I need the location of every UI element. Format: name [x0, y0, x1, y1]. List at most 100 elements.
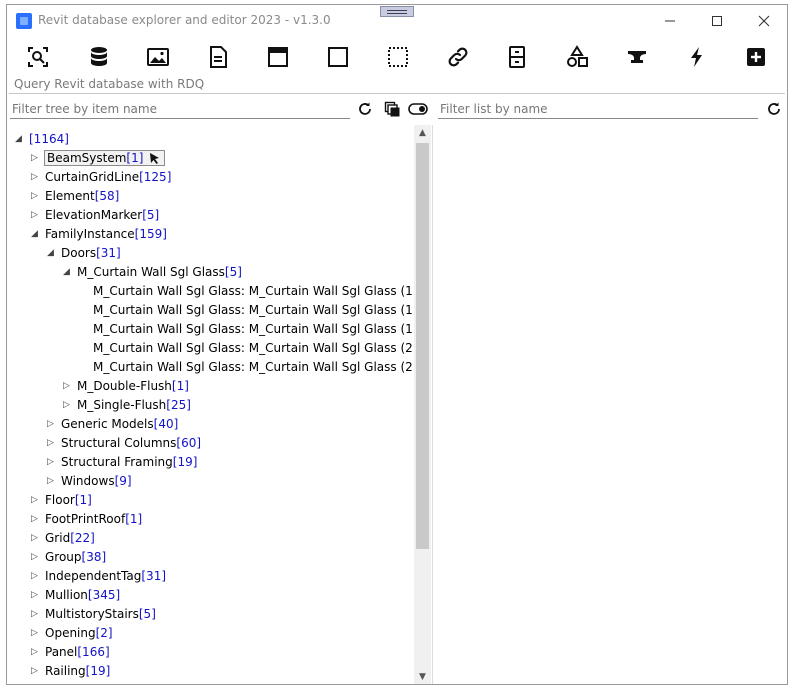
- database-button[interactable]: [81, 41, 117, 73]
- copy-button[interactable]: [382, 99, 402, 119]
- active-view-button[interactable]: [260, 41, 296, 73]
- collapsed-arrow-icon[interactable]: ▷: [31, 491, 45, 510]
- tree-node-count: [19]: [85, 664, 111, 678]
- toggle-switch[interactable]: [408, 99, 428, 119]
- toolbar: [7, 39, 787, 75]
- expanded-arrow-icon[interactable]: ◢: [63, 263, 77, 282]
- scroll-up-arrow[interactable]: ▲: [414, 125, 431, 141]
- tree-node-name: M_Curtain Wall Sgl Glass: M_Curtain Wall…: [93, 341, 413, 355]
- collapsed-arrow-icon[interactable]: ▷: [31, 567, 45, 586]
- collapsed-arrow-icon[interactable]: ▷: [31, 168, 45, 187]
- tree-filter-input[interactable]: [10, 99, 350, 119]
- anvil-button[interactable]: [619, 41, 655, 73]
- tree-scrollbar[interactable]: ▲ ▼: [414, 125, 431, 684]
- tree-node-label: Railing[19]: [45, 664, 110, 678]
- tree-node[interactable]: ▷ Structural Framing[19]: [47, 453, 197, 472]
- tree-node-name: MultistoryStairs: [45, 607, 139, 621]
- server-button[interactable]: [499, 41, 535, 73]
- collapsed-arrow-icon[interactable]: ▷: [63, 377, 77, 396]
- image-button[interactable]: [140, 41, 176, 73]
- document-button[interactable]: [200, 41, 236, 73]
- scroll-thumb[interactable]: [416, 143, 429, 549]
- link-button[interactable]: [440, 41, 476, 73]
- collapsed-arrow-icon[interactable]: ▷: [47, 434, 61, 453]
- collapsed-arrow-icon[interactable]: ▷: [31, 662, 45, 681]
- tree-node[interactable]: ▷ M_Single-Flush[25]: [63, 396, 191, 415]
- dashed-selection-button[interactable]: [380, 41, 416, 73]
- tree-leaf-item[interactable]: M_Curtain Wall Sgl Glass: M_Curtain Wall…: [79, 320, 413, 339]
- drag-handle[interactable]: [380, 6, 414, 17]
- tree-node[interactable]: ▷ Panel[166]: [31, 643, 110, 662]
- tree-node[interactable]: ▷ Railing[19]: [31, 662, 110, 681]
- list-refresh-button[interactable]: [764, 99, 784, 119]
- tree-node-count: [58]: [94, 189, 120, 203]
- tree-node[interactable]: ▷ M_Double-Flush[1]: [63, 377, 189, 396]
- collapsed-arrow-icon[interactable]: ▷: [63, 396, 77, 415]
- expanded-arrow-icon[interactable]: ◢: [15, 130, 29, 149]
- tree-node-label: Panel[166]: [45, 645, 110, 659]
- collapsed-arrow-icon[interactable]: ▷: [31, 681, 45, 684]
- tree-node[interactable]: ▷ Group[38]: [31, 548, 106, 567]
- tree-node[interactable]: ◢ M_Curtain Wall Sgl Glass[5]: [63, 263, 242, 282]
- tree-node[interactable]: ◢ Doors[31]: [47, 244, 121, 263]
- shapes-button[interactable]: [559, 41, 595, 73]
- collapsed-arrow-icon[interactable]: ▷: [47, 415, 61, 434]
- tree-node[interactable]: ▷ Generic Models[40]: [47, 415, 178, 434]
- tree-node-name: Railing: [45, 664, 86, 678]
- tree-node[interactable]: ◢ FamilyInstance[159]: [31, 225, 167, 244]
- lightning-button[interactable]: [679, 41, 715, 73]
- refresh-icon: [768, 102, 780, 115]
- tree-node[interactable]: ▷ MultistoryStairs[5]: [31, 605, 156, 624]
- collapsed-arrow-icon[interactable]: ▷: [31, 643, 45, 662]
- tree-leaf-item[interactable]: M_Curtain Wall Sgl Glass: M_Curtain Wall…: [79, 282, 413, 301]
- tree-node[interactable]: ▷ Grid[22]: [31, 529, 95, 548]
- collapsed-arrow-icon[interactable]: ▷: [31, 149, 45, 168]
- rdq-query-link[interactable]: Query Revit database with RDQ: [14, 77, 204, 91]
- collapsed-arrow-icon[interactable]: ▷: [47, 453, 61, 472]
- collapsed-arrow-icon[interactable]: ▷: [31, 187, 45, 206]
- expanded-arrow-icon[interactable]: ◢: [31, 225, 45, 244]
- tree-node[interactable]: ▷ CurtainGridLine[125]: [31, 168, 171, 187]
- minimize-button[interactable]: [647, 7, 693, 35]
- tree-leaf-item[interactable]: M_Curtain Wall Sgl Glass: M_Curtain Wall…: [79, 301, 413, 320]
- tree-node[interactable]: ▷ Element[58]: [31, 187, 119, 206]
- tree-node[interactable]: ▷ Floor[1]: [31, 491, 92, 510]
- tree-leaf-item[interactable]: M_Curtain Wall Sgl Glass: M_Curtain Wall…: [79, 358, 413, 377]
- collapsed-arrow-icon[interactable]: ▷: [31, 605, 45, 624]
- tree-node[interactable]: ▷ ElevationMarker[5]: [31, 206, 159, 225]
- tree-node[interactable]: ▷ Mullion[345]: [31, 586, 120, 605]
- snoop-selection-button[interactable]: [20, 41, 56, 73]
- collapsed-arrow-icon[interactable]: ▷: [31, 529, 45, 548]
- tree-leaf-item[interactable]: M_Curtain Wall Sgl Glass: M_Curtain Wall…: [79, 339, 413, 358]
- tree-node[interactable]: ▷ BeamSystem[1]: [31, 149, 166, 168]
- tree-node-count: [2]: [95, 626, 113, 640]
- tree-node[interactable]: ▷ Windows[9]: [47, 472, 132, 491]
- add-button[interactable]: [738, 41, 774, 73]
- tree-node[interactable]: ◢ [1164]: [15, 130, 69, 149]
- pane-splitter[interactable]: [432, 125, 433, 684]
- tree-node-label: FootPrintRoof[1]: [45, 512, 142, 526]
- tree-node-count: [5]: [138, 607, 156, 621]
- collapsed-arrow-icon[interactable]: ▷: [47, 472, 61, 491]
- view-button[interactable]: [320, 41, 356, 73]
- tree-node-name: Group: [45, 550, 82, 564]
- tree-node[interactable]: ▷ Structural Columns[60]: [47, 434, 201, 453]
- tree-node[interactable]: ▷ReferencePlane[1]: [31, 681, 155, 684]
- scroll-down-arrow[interactable]: ▼: [414, 669, 431, 684]
- tree-node[interactable]: ▷ IndependentTag[31]: [31, 567, 166, 586]
- list-filter-input[interactable]: [438, 99, 758, 119]
- collapsed-arrow-icon[interactable]: ▷: [31, 624, 45, 643]
- collapsed-arrow-icon[interactable]: ▷: [31, 510, 45, 529]
- tree-refresh-button[interactable]: [355, 99, 375, 119]
- close-button[interactable]: [741, 7, 787, 35]
- tree-node[interactable]: ▷ Opening[2]: [31, 624, 113, 643]
- tree-node[interactable]: ▷ FootPrintRoof[1]: [31, 510, 142, 529]
- collapsed-arrow-icon[interactable]: ▷: [31, 548, 45, 567]
- element-tree[interactable]: ◢ [1164] ▷ BeamSystem[1] ▷ CurtainGridLine[12…: [7, 125, 413, 684]
- maximize-button[interactable]: [694, 7, 740, 35]
- tree-node-count: [25]: [166, 398, 191, 412]
- expanded-arrow-icon[interactable]: ◢: [47, 244, 61, 263]
- tree-node-name: M_Curtain Wall Sgl Glass: M_Curtain Wall…: [93, 360, 413, 374]
- collapsed-arrow-icon[interactable]: ▷: [31, 586, 45, 605]
- collapsed-arrow-icon[interactable]: ▷: [31, 206, 45, 225]
